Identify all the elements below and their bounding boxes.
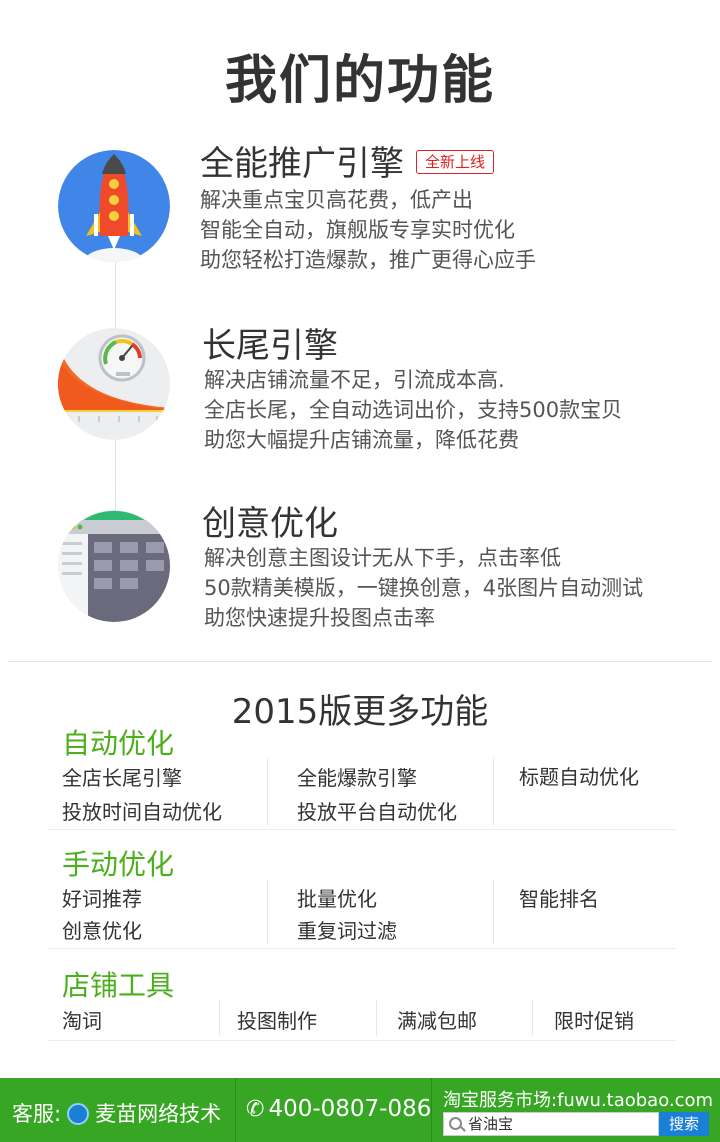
footer-bar: 客服: 麦苗网络技术 ✆ 400-0807-086 淘宝服务市场:fuwu.taob… [0, 1078, 720, 1142]
search-button[interactable]: 搜索 [659, 1112, 709, 1136]
column-separator [267, 758, 268, 826]
section-divider [8, 661, 712, 662]
customer-service[interactable]: 客服: 麦苗网络技术 [12, 1098, 221, 1128]
new-badge: 全新上线 [416, 149, 495, 174]
function-item: 智能排名 [519, 887, 599, 911]
search-icon [449, 1117, 462, 1130]
function-item: 投放平台自动优化 [297, 800, 457, 824]
rocket-icon [58, 150, 170, 262]
column-separator [493, 880, 494, 944]
footer-separator [431, 1078, 432, 1142]
function-item: 满减包邮 [397, 1009, 477, 1033]
feature-desc-line: 智能全自动，旗舰版专享实时优化 [200, 218, 515, 242]
feature-desc-line: 解决重点宝贝高花费，低产出 [200, 188, 473, 212]
function-item: 限时促销 [554, 1009, 634, 1033]
feature-desc-line: 助您轻松打造爆款，推广更得心应手 [200, 248, 536, 272]
function-item: 批量优化 [297, 887, 377, 911]
function-item: 全能爆款引擎 [297, 766, 417, 790]
row-separator [48, 1040, 676, 1041]
column-separator [493, 758, 494, 826]
row-separator [48, 948, 676, 949]
feature-title: 全能推广引擎 [200, 144, 404, 184]
category-shop-tools: 店铺工具 [62, 969, 175, 1002]
kefu-label: 客服: [12, 1102, 62, 1126]
feature-desc-line: 助您大幅提升店铺流量，降低花费 [204, 428, 519, 452]
service-market-link[interactable]: 淘宝服务市场:fuwu.taobao.com [443, 1086, 713, 1112]
column-separator [376, 1000, 377, 1036]
template-grid-icon [58, 510, 170, 622]
category-auto-optimize: 自动优化 [62, 727, 175, 760]
speedometer-icon [58, 328, 170, 440]
feature-desc-line: 全店长尾，全自动选词出价，支持500款宝贝 [204, 398, 623, 422]
column-separator [267, 880, 268, 944]
page-title: 我们的功能 [224, 51, 495, 111]
phone-icon: ✆ [246, 1097, 265, 1122]
category-manual-optimize: 手动优化 [62, 848, 175, 881]
function-item: 标题自动优化 [519, 765, 639, 789]
hotline: ✆ 400-0807-086 [246, 1096, 431, 1122]
feature-desc-line: 助您快速提升投图点击率 [204, 606, 435, 630]
footer-separator [235, 1078, 236, 1142]
phone-number: 400-0807-086 [268, 1096, 432, 1122]
column-separator [219, 1000, 220, 1036]
feature-desc-line: 50款精美模版，一键换创意，4张图片自动测试 [204, 576, 644, 600]
feature-desc-line: 解决店铺流量不足，引流成本高. [204, 368, 505, 392]
function-item: 重复词过滤 [297, 919, 397, 943]
row-separator [48, 829, 676, 830]
company-name: 麦苗网络技术 [95, 1102, 222, 1126]
feature-title: 长尾引擎 [202, 326, 338, 366]
feature-title: 创意优化 [202, 504, 338, 544]
feature-desc-line: 解决创意主图设计无从下手，点击率低 [204, 546, 561, 570]
column-separator [532, 1000, 533, 1036]
function-item: 投放时间自动优化 [62, 800, 222, 824]
function-item: 全店长尾引擎 [62, 766, 182, 790]
function-item: 投图制作 [237, 1009, 317, 1033]
search-input[interactable]: 省油宝 [443, 1112, 659, 1136]
function-item: 创意优化 [62, 919, 142, 943]
wangwang-icon [67, 1103, 90, 1125]
function-item: 好词推荐 [62, 887, 142, 911]
function-item: 淘词 [62, 1009, 102, 1033]
